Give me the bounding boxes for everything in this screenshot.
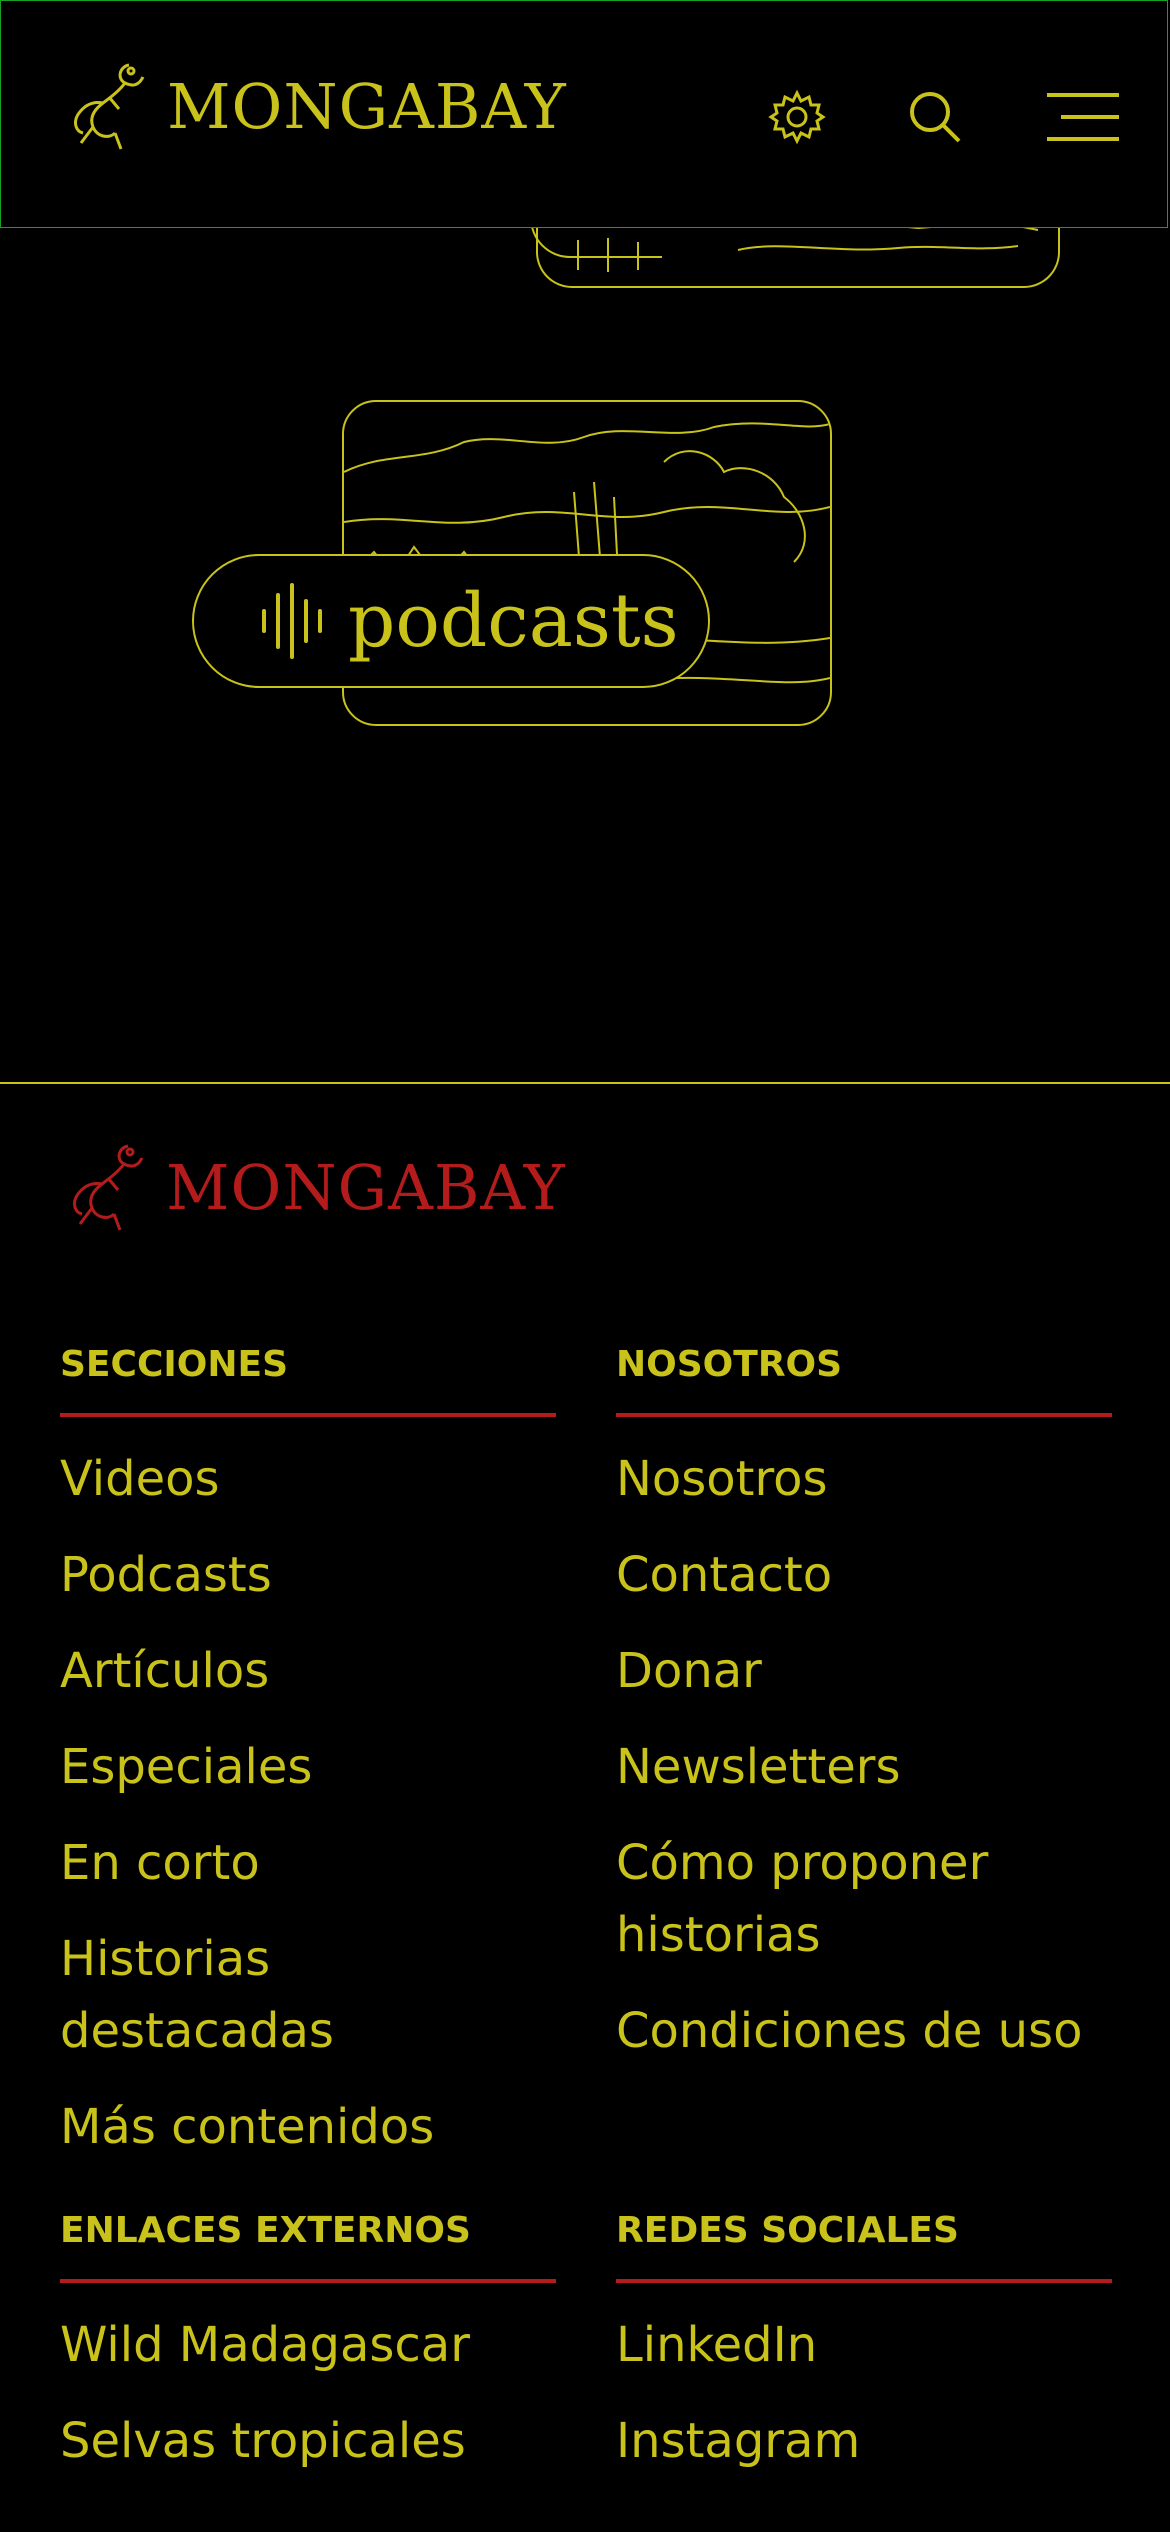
footer-brand-wordmark: MONGABAY [166,1151,566,1224]
footer-link-especiales[interactable]: Especiales [60,1731,556,1803]
footer-link-como-proponer[interactable]: Cómo proponer historias [616,1827,1112,1971]
nosotros-heading: NOSOTROS [616,1344,1112,1417]
footer-link-selvas-tropicales[interactable]: Selvas tropicales [60,2405,556,2477]
footer-link-wild-madagascar[interactable]: Wild Madagascar [60,2309,556,2381]
footer-nosotros: NOSOTROS Nosotros Contacto Donar Newslet… [616,1344,1112,2091]
footer-link-donar[interactable]: Donar [616,1635,1112,1707]
footer-link-mas-contenidos[interactable]: Más contenidos [60,2091,556,2163]
secciones-heading: SECCIONES [60,1344,556,1417]
footer-link-videos[interactable]: Videos [60,1443,556,1515]
footer-link-articulos[interactable]: Artículos [60,1635,556,1707]
site-header: MONGABAY [0,0,1168,228]
podcasts-link-pill[interactable]: podcasts [192,554,710,688]
footer-redes-sociales: REDES SOCIALES LinkedIn Instagram [616,2210,1112,2501]
home-logo-link[interactable]: MONGABAY [59,57,567,157]
menu-icon [1047,93,1119,141]
footer-link-en-corto[interactable]: En corto [60,1827,556,1899]
footer-link-newsletters[interactable]: Newsletters [616,1731,1112,1803]
footer-link-contacto[interactable]: Contacto [616,1539,1112,1611]
footer-link-linkedin[interactable]: LinkedIn [616,2309,1112,2381]
gear-icon [768,89,826,145]
podcasts-label: podcasts [348,578,679,664]
footer-link-instagram[interactable]: Instagram [616,2405,1112,2477]
footer-secciones: SECCIONES Videos Podcasts Artículos Espe… [60,1344,556,2187]
sound-wave-icon [262,583,322,659]
search-icon [910,92,961,143]
gecko-logo-icon [74,63,145,150]
menu-button[interactable] [1045,87,1121,147]
footer-divider [0,1082,1170,1084]
brand-wordmark: MONGABAY [167,70,567,143]
gecko-logo-icon [73,1144,144,1231]
enlaces-heading: ENLACES EXTERNOS [60,2210,556,2283]
footer-link-historias-destacadas[interactable]: Historias destacadas [60,1923,556,2067]
search-button[interactable] [905,87,965,147]
redes-heading: REDES SOCIALES [616,2210,1112,2283]
footer-link-condiciones[interactable]: Condiciones de uso [616,1995,1112,2067]
footer-link-nosotros[interactable]: Nosotros [616,1443,1112,1515]
settings-button[interactable] [767,87,827,147]
footer-logo-link[interactable]: MONGABAY [58,1138,566,1238]
footer-link-podcasts[interactable]: Podcasts [60,1539,556,1611]
footer-enlaces-externos: ENLACES EXTERNOS Wild Madagascar Selvas … [60,2210,556,2501]
